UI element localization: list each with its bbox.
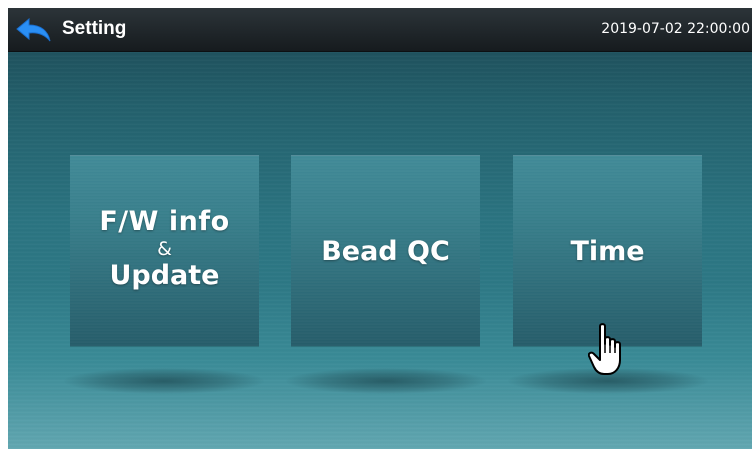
fw-info-update-button[interactable]: F/W info & Update — [70, 155, 259, 346]
ampersand-text: & — [157, 238, 172, 260]
back-arrow-icon — [14, 16, 54, 44]
bead-qc-label: Bead QC — [321, 235, 450, 267]
page-title: Setting — [62, 18, 127, 39]
back-button[interactable] — [14, 16, 54, 44]
tile-shadow — [286, 368, 486, 394]
fw-info-update-label: F/W info & Update — [99, 206, 229, 292]
settings-screen: Setting 2019-07-02 22:00:00 F/W info & U… — [8, 8, 752, 449]
fw-info-text: F/W info — [99, 206, 230, 237]
time-button[interactable]: Time — [513, 155, 702, 346]
top-bar: Setting 2019-07-02 22:00:00 — [8, 8, 752, 52]
bead-qc-button[interactable]: Bead QC — [291, 155, 480, 346]
time-label: Time — [570, 235, 645, 267]
datetime-display: 2019-07-02 22:00:00 — [601, 21, 750, 37]
hand-pointer-icon — [587, 322, 630, 378]
tile-shadow — [64, 368, 264, 394]
update-text: Update — [109, 260, 220, 291]
